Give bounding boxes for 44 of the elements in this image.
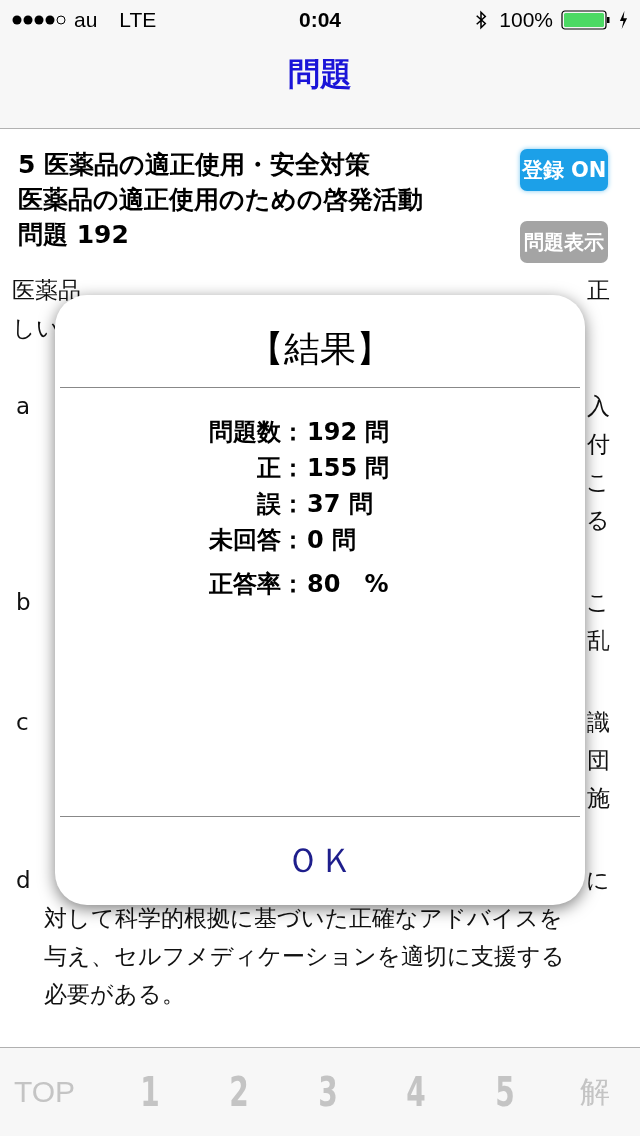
question-text: に <box>586 866 610 895</box>
stat-label: 正答率： <box>208 569 305 600</box>
dialog-title: 【結果】 <box>248 327 392 371</box>
question-text: 入 <box>587 392 610 421</box>
section-title: 問題 192 <box>18 219 130 251</box>
question-text: 団 <box>587 746 610 775</box>
section-title: 5 医薬品の適正使用・安全対策 <box>18 149 372 181</box>
ok-button[interactable]: ＯＫ <box>55 817 585 905</box>
stat-value: 0 問 <box>307 525 357 556</box>
battery-icon <box>561 10 611 30</box>
stat-value: 192 問 <box>307 417 390 448</box>
stat-label: 正： <box>256 453 305 484</box>
choice-letter: a <box>15 392 32 421</box>
status-time: 0:04 <box>299 8 341 32</box>
stat-value: 80 % <box>307 569 389 600</box>
question-text: 正 <box>587 276 610 305</box>
charging-icon <box>619 11 628 29</box>
choice-letter: d <box>15 866 32 895</box>
question-text: こ <box>586 468 610 497</box>
question-text: 乱 <box>587 626 610 655</box>
stat-label: 問題数： <box>208 417 305 448</box>
stat-value: 37 問 <box>307 489 373 520</box>
stat-label: 未回答： <box>208 525 305 556</box>
question-text: 対して科学的根拠に基づいた正確なアドバイスを <box>44 904 563 933</box>
register-toggle[interactable]: 登録 ON <box>520 149 608 191</box>
choice-letter: c <box>15 708 30 737</box>
nav-title: 問題 <box>288 54 352 95</box>
signal-icon <box>12 14 66 26</box>
stat-label: 誤： <box>256 489 305 520</box>
question-text: 識 <box>587 708 610 737</box>
question-text: 付 <box>587 430 610 459</box>
question-text: 施 <box>587 784 610 813</box>
section-title: 医薬品の適正使用のための啓発活動 <box>18 184 423 216</box>
battery-percent: 100% <box>499 8 553 32</box>
carrier-name: au <box>74 8 98 32</box>
show-question-button[interactable]: 問題表示 <box>520 221 608 263</box>
choice-letter: b <box>15 588 32 617</box>
stat-value: 155 問 <box>307 453 390 484</box>
network-type: LTE <box>119 8 157 32</box>
bluetooth-icon <box>475 9 488 31</box>
question-text: 必要がある。 <box>44 980 185 1009</box>
question-text: こ <box>586 588 610 617</box>
question-text: 与え、セルフメディケーションを適切に支援する <box>44 942 565 971</box>
question-text: る <box>586 506 610 535</box>
